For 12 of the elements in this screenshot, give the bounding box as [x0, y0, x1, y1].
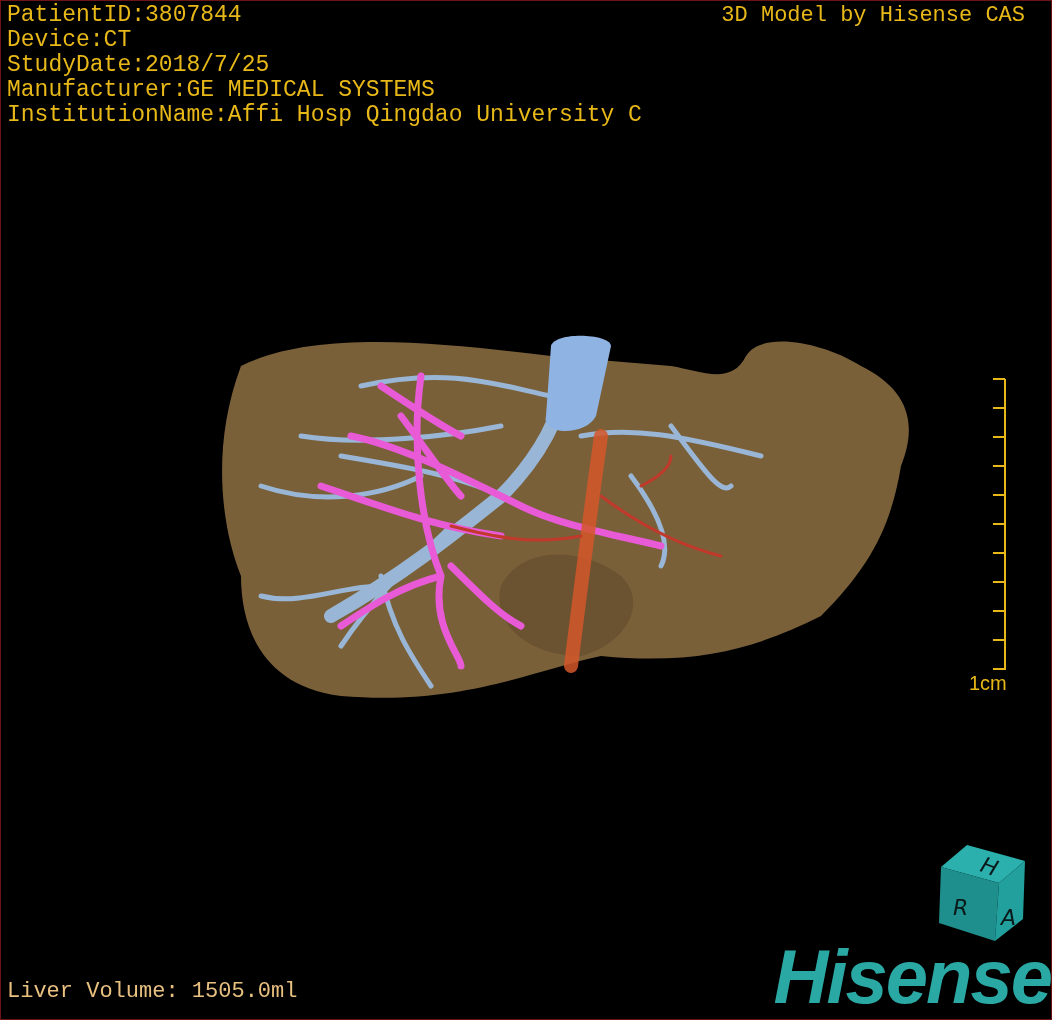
cube-face-label: R [953, 895, 969, 920]
patient-info-text: Manufacturer:GE MEDICAL SYSTEMS [7, 78, 436, 103]
cube-face-label: H [977, 851, 1002, 881]
patient-info-text: InstitutionName:Affi Hosp Qingdao University C [7, 103, 642, 128]
logo-text: Hisense [773, 939, 1051, 1015]
scale-label: 1cm [969, 672, 1007, 694]
liver-volume-text: Liver Volume: 1505.0ml [7, 979, 298, 1004]
model-credit-text: 3D Model by Hisense CAS [721, 3, 1025, 28]
patient-info-text: StudyDate:2018/7/25 [7, 53, 271, 78]
patient-info-text: PatientID:3807844 [7, 3, 243, 28]
patient-info-text: Device:CT [7, 28, 133, 53]
cube-face-label: A [1001, 905, 1017, 930]
